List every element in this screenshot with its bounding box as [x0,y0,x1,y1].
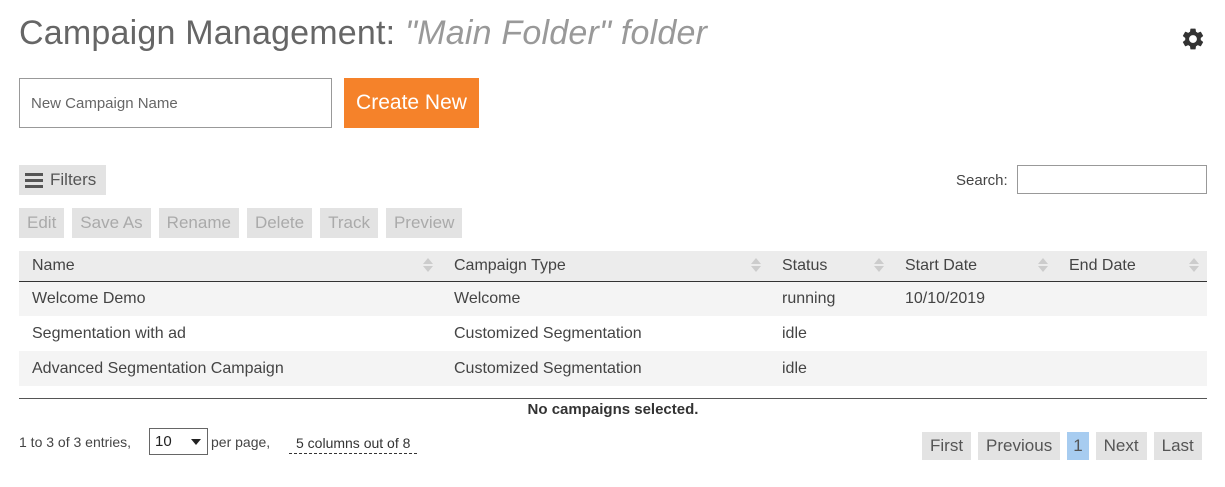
sort-icon [1038,258,1048,274]
table-row[interactable]: Welcome Demo Welcome running 10/10/2019 [19,281,1207,316]
cell-name: Welcome Demo [19,281,441,316]
pagination: First Previous 1 Next Last [922,432,1202,460]
search-input[interactable] [1017,165,1207,194]
cell-start-date [892,351,1056,386]
delete-button[interactable]: Delete [246,208,313,238]
gear-icon[interactable] [1180,26,1206,52]
column-header-label: Status [782,256,828,274]
cell-end-date [1056,316,1207,351]
filters-label: Filters [50,170,97,189]
per-page-select[interactable]: 10 [149,428,208,455]
column-header-name[interactable]: Name [19,251,441,282]
sort-icon [751,258,761,274]
cell-status: idle [769,351,892,386]
column-header-campaign-type[interactable]: Campaign Type [441,251,769,282]
cell-campaign-type: Welcome [441,281,769,316]
filters-button[interactable]: Filters [19,165,106,195]
page-title-text: Campaign Management: [19,14,396,52]
sort-icon [874,258,884,274]
cell-end-date [1056,351,1207,386]
cell-end-date [1056,281,1207,316]
chevron-down-icon [191,439,201,445]
cell-status: running [769,281,892,316]
first-page-button[interactable]: First [922,432,972,460]
hamburger-icon [25,170,43,191]
column-header-status[interactable]: Status [769,251,892,282]
cell-campaign-type: Customized Segmentation [441,351,769,386]
sort-icon [423,258,433,274]
current-page-button[interactable]: 1 [1067,432,1089,460]
table-header-row: Name Campaign Type Status Start Date End… [19,251,1207,282]
cell-start-date: 10/10/2019 [892,281,1056,316]
column-header-label: Name [32,256,75,274]
campaigns-table: Name Campaign Type Status Start Date End… [19,251,1207,386]
table-row[interactable]: Segmentation with ad Customized Segmenta… [19,316,1207,351]
cell-name: Segmentation with ad [32,324,186,342]
new-campaign-name-input[interactable] [19,78,332,128]
next-page-button[interactable]: Next [1095,432,1147,460]
column-header-label: Start Date [905,256,978,274]
cell-start-date [892,316,1056,351]
per-page-label: per page, [211,434,271,450]
edit-button[interactable]: Edit [19,208,65,238]
cell-campaign-type: Customized Segmentation [454,324,642,342]
save-as-button[interactable]: Save As [72,208,151,238]
action-toolbar: Edit Save As Rename Delete Track Preview [19,208,463,238]
table-bottom-divider [19,398,1207,399]
selection-status: No campaigns selected. [527,401,699,418]
preview-button[interactable]: Preview [385,208,463,238]
column-header-label: Campaign Type [454,256,566,274]
folder-name: "Main Folder" folder [404,14,708,52]
previous-page-button[interactable]: Previous [978,432,1061,460]
page-title: Campaign Management: "Main Folder" folde… [19,14,707,53]
sort-icon [1189,258,1199,274]
cell-name: Advanced Segmentation Campaign [19,351,441,386]
column-header-end-date[interactable]: End Date [1056,251,1207,282]
entries-count: 1 to 3 of 3 entries, [19,434,132,450]
cell-status: idle [782,324,807,342]
search-label: Search: [956,172,1008,189]
columns-visibility-toggle[interactable]: 5 columns out of 8 [289,435,418,454]
table-row[interactable]: Advanced Segmentation Campaign Customize… [19,351,1207,386]
per-page-value: 10 [155,433,172,450]
track-button[interactable]: Track [320,208,378,238]
rename-button[interactable]: Rename [158,208,239,238]
column-header-start-date[interactable]: Start Date [892,251,1056,282]
last-page-button[interactable]: Last [1153,432,1202,460]
create-new-button[interactable]: Create New [344,78,479,128]
column-header-label: End Date [1069,256,1136,274]
